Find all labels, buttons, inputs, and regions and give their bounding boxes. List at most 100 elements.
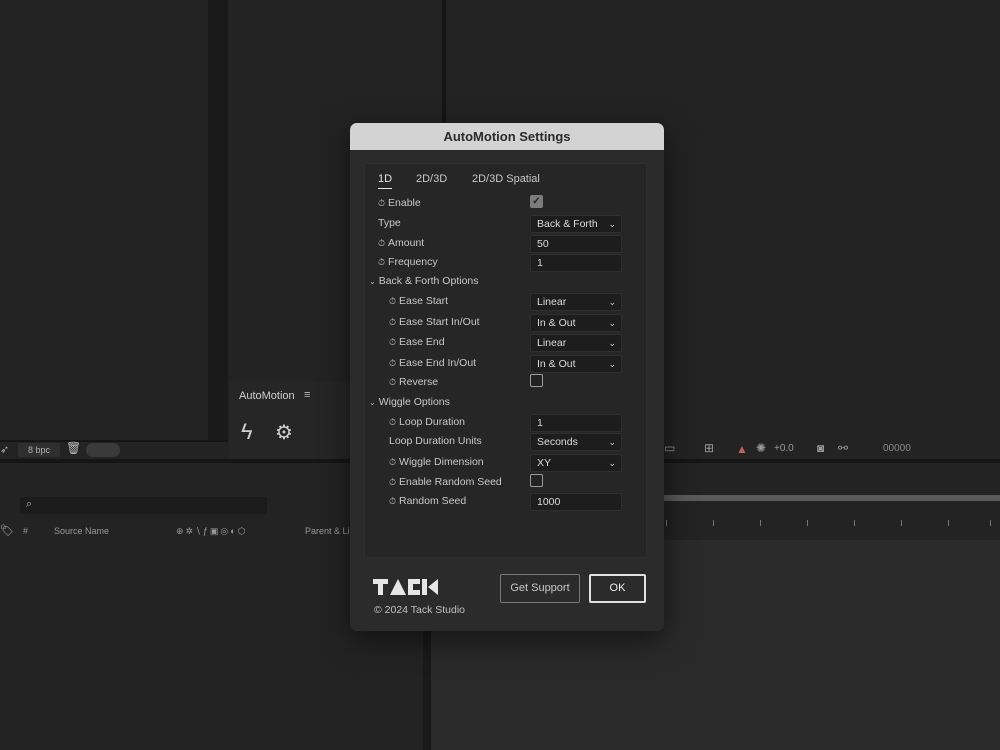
ease-start-select[interactable]: Linear ⌄ [530, 293, 622, 311]
reverse-label: ⏱ Reverse [389, 376, 439, 388]
type-label: Type [378, 217, 401, 229]
stopwatch-icon[interactable]: ⏱ [378, 257, 385, 267]
time-ruler-tick [854, 520, 855, 526]
enable-label: ⏱ Enable [378, 197, 421, 209]
stopwatch-icon[interactable]: ⏱ [389, 417, 396, 427]
loop-duration-units-select[interactable]: Seconds ⌄ [530, 433, 622, 451]
ok-button[interactable]: OK [589, 574, 646, 603]
row-type: Type Back & Forth ⌄ [365, 215, 646, 233]
wiggle-section-label: Wiggle Options [378, 396, 450, 408]
chevron-down-icon: ⌄ [608, 437, 616, 447]
chevron-down-icon: ⌄ [608, 318, 616, 328]
chevron-down-icon: ⌄ [608, 338, 616, 348]
label-icon: 🏷 [0, 525, 14, 537]
trash-icon[interactable]: 🗑 [66, 441, 81, 455]
bpc-toggle[interactable]: 8 bpc [18, 443, 60, 457]
reverse-checkbox[interactable] [530, 374, 543, 387]
dialog-title: AutoMotion Settings [350, 123, 664, 150]
back-forth-section-label: Back & Forth Options [378, 275, 479, 287]
timecode: 00000 [883, 443, 911, 454]
ease-end-inout-select[interactable]: In & Out ⌄ [530, 355, 622, 373]
chevron-down-icon: ⌄ [369, 277, 376, 286]
wiggle-section-header[interactable]: ⌄ Wiggle Options [365, 394, 646, 412]
panel-divider [0, 440, 228, 442]
stopwatch-icon[interactable]: ⏱ [378, 198, 385, 208]
amount-label: ⏱ Amount [378, 237, 425, 249]
search-icon: ⌕ [26, 498, 33, 510]
automotion-panel: AutoMotion ≡ ϟ ⚙ [229, 381, 350, 459]
stopwatch-icon[interactable]: ⏱ [378, 238, 385, 248]
row-ease-end: ⏱ Ease End Linear ⌄ [365, 334, 646, 352]
row-enable-random-seed: ⏱ Enable Random Seed [365, 474, 646, 492]
time-ruler-tick [807, 520, 808, 526]
stopwatch-icon[interactable]: ⏱ [389, 377, 396, 387]
stopwatch-icon[interactable]: ⏱ [389, 296, 396, 306]
panel-menu-icon[interactable]: ≡ [304, 389, 310, 401]
ease-end-label: ⏱ Ease End [389, 336, 445, 348]
ease-start-inout-select[interactable]: In & Out ⌄ [530, 314, 622, 332]
time-ruler-tick [990, 520, 991, 526]
work-area-bar[interactable] [664, 495, 1000, 501]
grid-icon[interactable]: ⊞ [704, 441, 714, 455]
row-amount: ⏱ Amount 50 [365, 235, 646, 253]
column-header-parent-link[interactable]: Parent & Lin [305, 526, 355, 536]
time-ruler-tick [713, 520, 714, 526]
camera-icon[interactable]: ◙ [817, 441, 824, 455]
chevron-down-icon: ⌄ [608, 219, 616, 229]
exposure-value[interactable]: +0.0 [774, 443, 794, 454]
layer-search-input[interactable]: ⌕ [20, 497, 267, 514]
chevron-down-icon: ⌄ [369, 398, 376, 407]
stopwatch-icon[interactable]: ⏱ [389, 496, 396, 506]
column-header-source-name[interactable]: Source Name [54, 526, 109, 536]
tack-logo [373, 579, 438, 595]
ease-end-select[interactable]: Linear ⌄ [530, 334, 622, 352]
color-icon[interactable]: ▲ [736, 442, 748, 456]
get-support-button[interactable]: Get Support [500, 574, 580, 603]
enable-random-seed-checkbox[interactable] [530, 474, 543, 487]
row-frequency: ⏱ Frequency 1 [365, 254, 646, 272]
stopwatch-icon[interactable]: ⏱ [389, 337, 396, 347]
back-forth-section-header[interactable]: ⌄ Back & Forth Options [365, 273, 646, 291]
loop-duration-input[interactable]: 1 [530, 414, 622, 432]
random-seed-input[interactable]: 1000 [530, 493, 622, 511]
time-ruler-tick [760, 520, 761, 526]
time-ruler-tick [901, 520, 902, 526]
row-reverse: ⏱ Reverse [365, 374, 646, 392]
automotion-settings-dialog: AutoMotion Settings 1D 2D/3D 2D/3D Spati… [350, 123, 664, 631]
stopwatch-icon[interactable]: ⏱ [389, 477, 396, 487]
stopwatch-icon[interactable]: ⏱ [389, 457, 396, 467]
panel-divider [208, 0, 228, 440]
ease-start-inout-label: ⏱ Ease Start In/Out [389, 316, 480, 328]
tab-2d3d[interactable]: 2D/3D [416, 173, 447, 185]
lightning-icon[interactable]: ϟ [241, 419, 253, 445]
random-seed-label: ⏱ Random Seed [389, 495, 467, 507]
automotion-panel-title: AutoMotion [239, 390, 295, 402]
chevron-down-icon: ⌄ [608, 297, 616, 307]
row-wiggle-dimension: ⏱ Wiggle Dimension XY ⌄ [365, 454, 646, 472]
wiggle-dimension-select[interactable]: XY ⌄ [530, 454, 622, 472]
row-ease-end-inout: ⏱ Ease End In/Out In & Out ⌄ [365, 355, 646, 373]
tab-1d[interactable]: 1D [378, 173, 393, 189]
send-icon[interactable]: ➶ [0, 443, 9, 456]
frequency-input[interactable]: 1 [530, 254, 622, 272]
loop-duration-label: ⏱ Loop Duration [389, 416, 465, 428]
amount-input[interactable]: 50 [530, 235, 622, 253]
chevron-down-icon: ⌄ [608, 359, 616, 369]
row-random-seed: ⏱ Random Seed 1000 [365, 493, 646, 511]
row-ease-start-inout: ⏱ Ease Start In/Out In & Out ⌄ [365, 314, 646, 332]
frequency-label: ⏱ Frequency [378, 256, 438, 268]
link-icon[interactable]: ⚯ [838, 441, 848, 455]
exposure-icon[interactable]: ✺ [756, 441, 766, 455]
stopwatch-icon[interactable]: ⏱ [389, 317, 396, 327]
gear-icon[interactable]: ⚙ [275, 420, 293, 445]
ease-start-label: ⏱ Ease Start [389, 295, 449, 307]
stopwatch-icon[interactable]: ⏱ [389, 358, 396, 368]
copyright-text: © 2024 Tack Studio [374, 604, 466, 616]
time-ruler-tick [948, 520, 949, 526]
region-icon[interactable]: ▭ [664, 441, 675, 455]
row-loop-duration: ⏱ Loop Duration 1 [365, 414, 646, 432]
enable-checkbox[interactable]: ✓ [530, 195, 543, 208]
type-select[interactable]: Back & Forth ⌄ [530, 215, 622, 233]
tab-2d3d-spatial[interactable]: 2D/3D Spatial [472, 173, 540, 185]
toggle-pill[interactable] [86, 443, 120, 457]
